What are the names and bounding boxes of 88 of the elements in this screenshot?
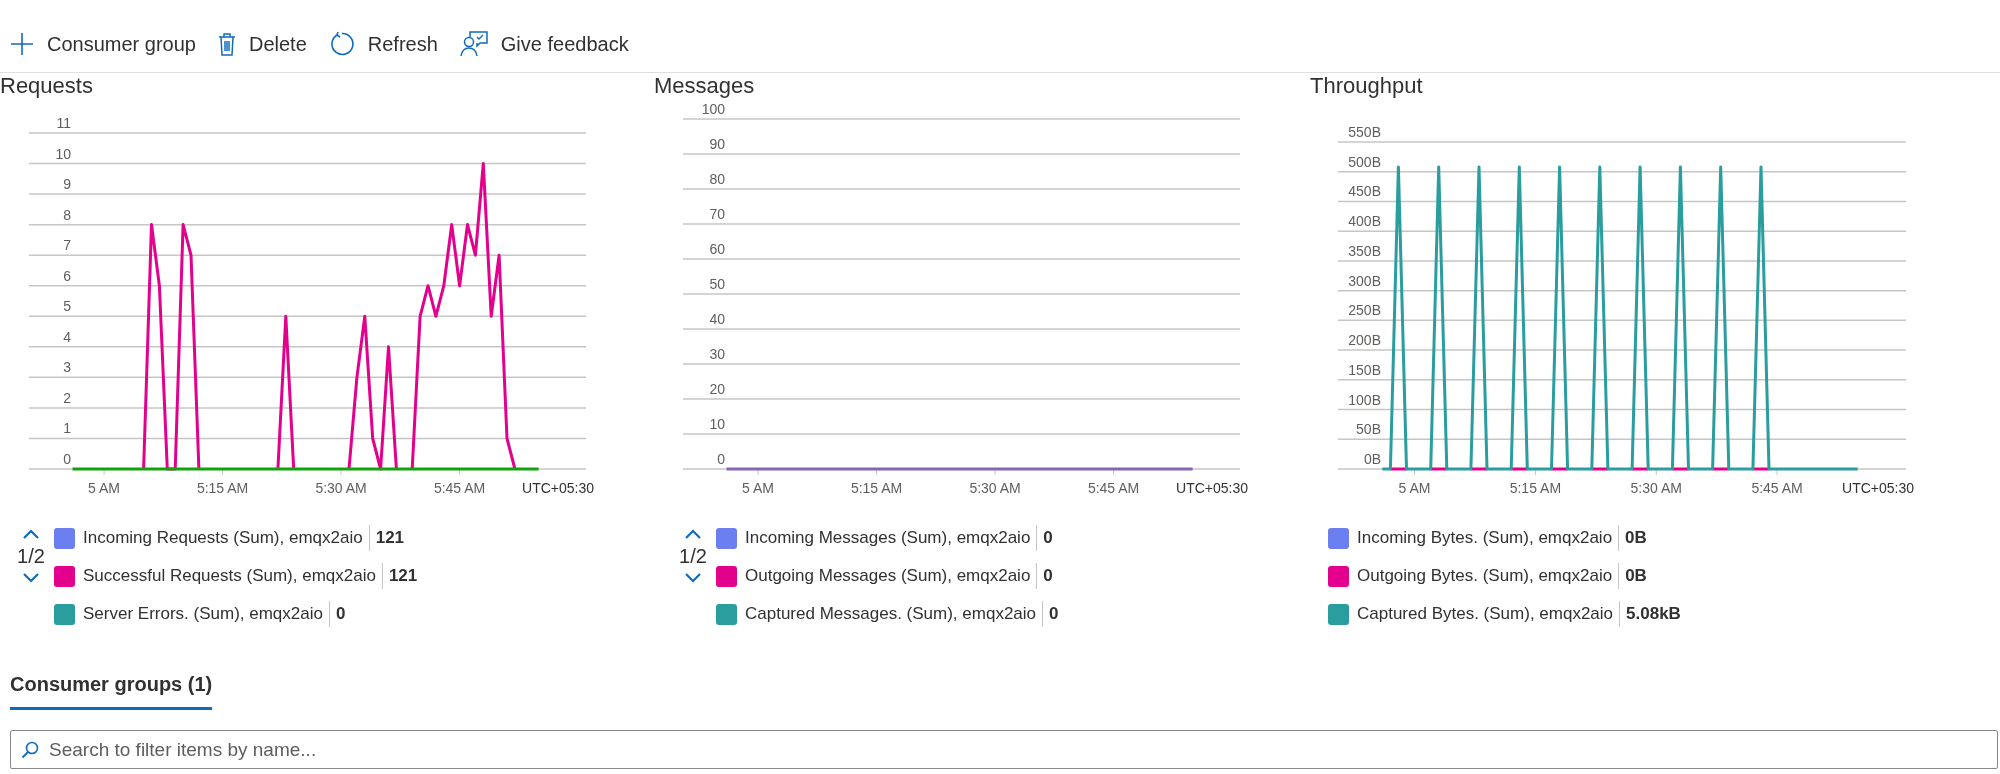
- axis-label: 11: [56, 115, 71, 131]
- axis-label: 3: [63, 359, 71, 376]
- refresh-icon: [328, 31, 355, 57]
- search-field[interactable]: Search to filter items by name...: [10, 730, 1998, 769]
- axis-label: 80: [709, 171, 725, 187]
- axis-label: 5 AM: [88, 480, 120, 496]
- chevron-down-icon[interactable]: [685, 573, 701, 583]
- axis-label: 4: [63, 328, 71, 345]
- legend-value: 0: [1042, 565, 1053, 588]
- axis-label: 5:45 AM: [1751, 480, 1803, 496]
- axis-label: 90: [709, 136, 725, 152]
- axis-label: 60: [709, 241, 725, 257]
- legend-value: 121: [387, 565, 418, 588]
- toolbar-button[interactable]: Give feedback: [459, 24, 629, 64]
- axis-label: 5:15 AM: [1509, 480, 1562, 496]
- plus-icon: [10, 32, 34, 56]
- axis-label: 400B: [1348, 213, 1381, 230]
- feedback-icon: [459, 31, 488, 57]
- chart-title: Requests: [0, 73, 93, 99]
- axis-label: 2: [63, 389, 71, 406]
- axis-label: 100B: [1348, 391, 1381, 408]
- legend-label: Successful Requests (Sum), emqx2aio: [83, 563, 383, 589]
- axis-label: 5:45 AM: [433, 480, 486, 496]
- axis-label: 0B: [1363, 451, 1381, 467]
- trash-icon: [217, 32, 236, 56]
- legend-label: Incoming Requests (Sum), emqx2aio: [83, 525, 370, 551]
- chevron-up-icon[interactable]: [685, 529, 701, 539]
- legend-value: 0B: [1624, 527, 1647, 550]
- axis-label: 10: [55, 145, 71, 162]
- axis-label: 450B: [1348, 183, 1381, 200]
- legend-label: Incoming Bytes. (Sum), emqx2aio: [1357, 525, 1620, 551]
- timezone-label: UTC+05:30: [1176, 480, 1248, 496]
- axis-label: 5:15 AM: [850, 480, 903, 496]
- axis-label: 5:30 AM: [1630, 480, 1682, 496]
- toolbar-button[interactable]: Consumer group: [10, 24, 196, 64]
- axis-label: 5 AM: [1398, 480, 1431, 496]
- axis-label: 100: [701, 101, 725, 117]
- axis-label: 5:15 AM: [196, 480, 249, 496]
- axis-label: 8: [63, 206, 71, 223]
- axis-label: 20: [709, 381, 725, 397]
- axis-label: 0: [717, 451, 725, 467]
- axis-label: 150B: [1348, 361, 1381, 378]
- axis-label: 10: [709, 416, 725, 432]
- legend-label: Captured Bytes. (Sum), emqx2aio: [1357, 601, 1621, 627]
- axis-label: 350B: [1348, 242, 1381, 259]
- axis-label: 6: [63, 267, 71, 284]
- legend-label: Outgoing Bytes. (Sum), emqx2aio: [1357, 563, 1620, 589]
- axis-label: 70: [709, 206, 725, 222]
- legend-label: Server Errors. (Sum), emqx2aio: [83, 601, 330, 627]
- axis-label: 9: [63, 176, 71, 193]
- search-icon: [21, 741, 39, 759]
- axis-label: 50: [709, 276, 725, 292]
- legend-value: 121: [374, 527, 405, 550]
- axis-label: 50B: [1356, 421, 1381, 438]
- chart-title: Throughput: [1310, 73, 1423, 99]
- timezone-label: UTC+05:30: [522, 480, 594, 496]
- legend-label: Incoming Messages (Sum), emqx2aio: [745, 525, 1038, 551]
- axis-label: 200B: [1348, 332, 1381, 349]
- axis-label: 5:30 AM: [315, 480, 367, 496]
- legend-value: 0: [334, 603, 346, 626]
- axis-label: 5: [63, 298, 71, 315]
- axis-label: 250B: [1348, 302, 1381, 319]
- axis-label: 5:30 AM: [969, 480, 1021, 496]
- legend-value: 0: [1048, 603, 1059, 626]
- legend-label: Captured Messages. (Sum), emqx2aio: [745, 601, 1044, 627]
- chevron-up-icon[interactable]: [23, 529, 39, 539]
- axis-label: 30: [709, 346, 725, 362]
- page-indicator: 1/2: [679, 544, 707, 569]
- axis-label: 40: [709, 311, 725, 327]
- chart-title: Messages: [654, 73, 755, 99]
- page-indicator: 1/2: [17, 544, 45, 569]
- chevron-down-icon[interactable]: [23, 573, 39, 583]
- legend-value: 5.08kB: [1625, 603, 1681, 626]
- legend-value: 0: [1042, 527, 1053, 550]
- axis-label: 500B: [1348, 153, 1381, 170]
- tab[interactable]: Consumer groups (1): [10, 669, 213, 710]
- axis-label: 1: [63, 420, 71, 437]
- axis-label: 0: [63, 451, 71, 467]
- axis-label: 5 AM: [742, 480, 774, 496]
- axis-label: 7: [63, 237, 71, 254]
- legend-value: 0B: [1624, 565, 1647, 588]
- axis-label: 550B: [1348, 124, 1381, 140]
- toolbar-button[interactable]: Refresh: [328, 24, 438, 64]
- axis-label: 5:45 AM: [1087, 480, 1140, 496]
- toolbar-button[interactable]: Delete: [217, 24, 307, 64]
- axis-label: 300B: [1348, 272, 1381, 289]
- legend-label: Outgoing Messages (Sum), emqx2aio: [745, 563, 1038, 589]
- timezone-label: UTC+05:30: [1842, 480, 1914, 496]
